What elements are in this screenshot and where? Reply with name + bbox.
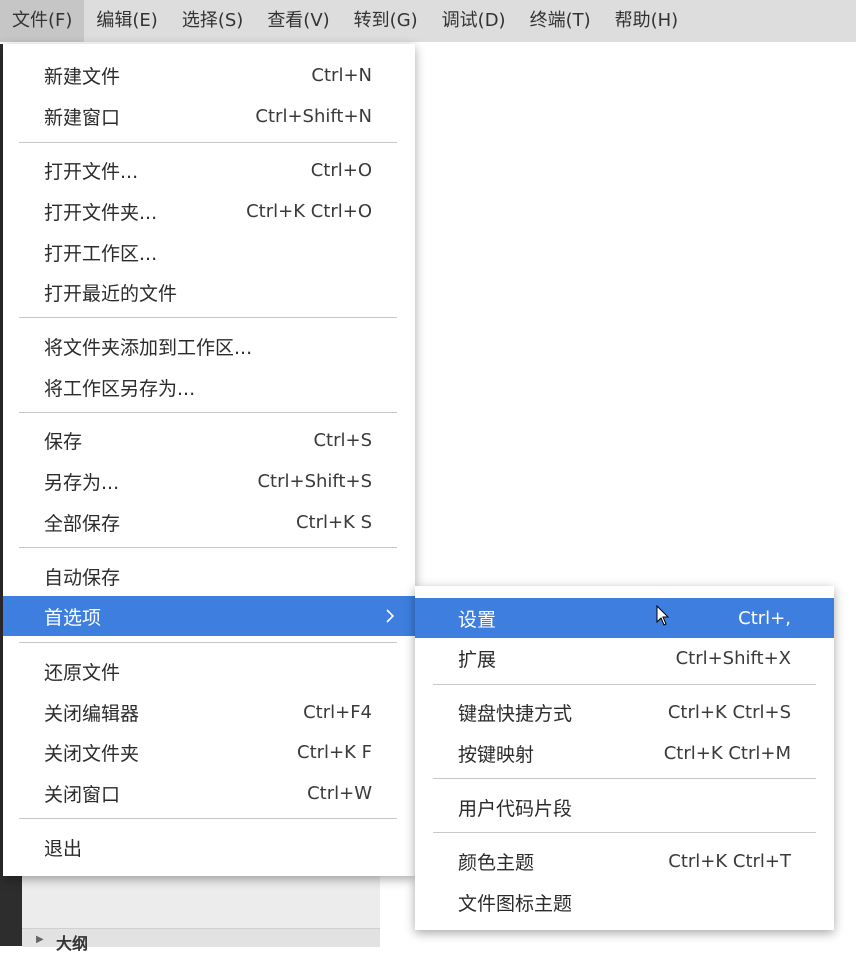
menu-item-shortcut: Ctrl+K S [295, 511, 372, 533]
chevron-right-icon[interactable]: ▶ [36, 934, 44, 945]
menu-edit[interactable]: 编辑(E) [84, 0, 169, 42]
menu-selection[interactable]: 选择(S) [170, 0, 255, 42]
menu-item-label: 将文件夹添加到工作区... [44, 336, 253, 359]
menu-item-exit[interactable]: 退出 [3, 827, 415, 867]
menu-item-shortcut: Ctrl+K Ctrl+T [668, 850, 791, 872]
menu-item-new-file[interactable]: 新建文件 Ctrl+N [3, 55, 415, 95]
menu-item-close-editor[interactable]: 关闭编辑器 Ctrl+F4 [3, 692, 415, 732]
menu-item-shortcut: Ctrl+S [313, 429, 372, 451]
menu-separator [433, 778, 816, 779]
menu-item-shortcut: Ctrl+K Ctrl+S [667, 701, 791, 723]
menu-help[interactable]: 帮助(H) [603, 0, 691, 42]
menu-item-new-window[interactable]: 新建窗口 Ctrl+Shift+N [3, 96, 415, 136]
menu-item-label: 用户代码片段 [458, 797, 573, 820]
mouse-cursor-icon [656, 605, 670, 626]
menu-item-label: 键盘快捷方式 [458, 702, 573, 725]
menu-item-label: 关闭文件夹 [44, 742, 140, 765]
menu-item-shortcut: Ctrl+F4 [303, 701, 372, 723]
menu-item-auto-save[interactable]: 自动保存 [3, 556, 415, 596]
menu-item-label: 打开工作区... [44, 242, 158, 265]
menu-item-shortcut: Ctrl+N [311, 64, 372, 86]
menu-item-close-window[interactable]: 关闭窗口 Ctrl+W [3, 773, 415, 813]
menu-go[interactable]: 转到(G) [342, 0, 430, 42]
menu-item-shortcut: Ctrl+, [738, 607, 791, 629]
menu-separator [19, 547, 397, 548]
menu-item-shortcut: Ctrl+Shift+S [257, 470, 372, 492]
menu-item-label: 扩展 [458, 648, 497, 671]
menu-item-open-workspace[interactable]: 打开工作区... [3, 232, 415, 272]
menu-item-label: 另存为... [44, 471, 120, 494]
menu-item-label: 按键映射 [458, 743, 535, 766]
menu-item-label: 将工作区另存为... [44, 377, 196, 400]
menu-item-close-folder[interactable]: 关闭文件夹 Ctrl+K F [3, 732, 415, 772]
menu-separator [19, 818, 397, 819]
menu-item-shortcut: Ctrl+K F [297, 741, 372, 763]
menu-item-label: 还原文件 [44, 661, 121, 684]
menu-item-user-snippets[interactable]: 用户代码片段 [415, 787, 834, 827]
menu-item-label: 首选项 [44, 606, 102, 629]
menu-item-label: 保存 [44, 430, 83, 453]
menu-item-label: 文件图标主题 [458, 892, 573, 915]
menu-item-label: 打开文件夹... [44, 201, 158, 224]
menu-separator [19, 412, 397, 413]
menu-item-keymaps[interactable]: 按键映射 Ctrl+K Ctrl+M [415, 733, 834, 773]
menu-item-file-icon-theme[interactable]: 文件图标主题 [415, 882, 834, 922]
menu-item-label: 新建文件 [44, 65, 121, 88]
chevron-right-icon [386, 609, 395, 623]
menu-separator [433, 684, 816, 685]
menu-item-label: 全部保存 [44, 512, 121, 535]
menu-item-shortcut: Ctrl+K Ctrl+M [663, 742, 791, 764]
menu-separator [433, 832, 816, 833]
menu-item-keyboard-shortcuts[interactable]: 键盘快捷方式 Ctrl+K Ctrl+S [415, 692, 834, 732]
menu-item-label: 打开最近的文件 [44, 282, 178, 305]
menu-item-save-as[interactable]: 另存为... Ctrl+Shift+S [3, 461, 415, 501]
menu-terminal[interactable]: 终端(T) [518, 0, 603, 42]
menu-item-label: 设置 [458, 608, 497, 631]
menu-item-shortcut: Ctrl+Shift+X [675, 647, 791, 669]
outline-label: 大纲 [56, 934, 89, 953]
menu-separator [19, 642, 397, 643]
menu-item-extensions[interactable]: 扩展 Ctrl+Shift+X [415, 638, 834, 678]
menu-item-add-folder-to-workspace[interactable]: 将文件夹添加到工作区... [3, 326, 415, 366]
menu-item-label: 打开文件... [44, 160, 139, 183]
menu-item-shortcut: Ctrl+O [310, 159, 372, 181]
menu-item-open-file[interactable]: 打开文件... Ctrl+O [3, 150, 415, 190]
menu-item-label: 关闭窗口 [44, 783, 121, 806]
menu-item-label: 颜色主题 [458, 851, 535, 874]
menu-item-save-all[interactable]: 全部保存 Ctrl+K S [3, 502, 415, 542]
menu-view[interactable]: 查看(V) [255, 0, 341, 42]
menu-item-revert-file[interactable]: 还原文件 [3, 651, 415, 691]
menu-separator [19, 142, 397, 143]
menu-file[interactable]: 文件(F) [0, 0, 85, 42]
menu-item-label: 自动保存 [44, 566, 121, 589]
file-menu: 新建文件 Ctrl+N 新建窗口 Ctrl+Shift+N 打开文件... Ct… [3, 44, 415, 876]
menu-separator [19, 317, 397, 318]
menu-item-label: 退出 [44, 837, 83, 860]
menu-item-label: 关闭编辑器 [44, 702, 140, 725]
menu-item-shortcut: Ctrl+Shift+N [255, 105, 372, 127]
menu-item-label: 新建窗口 [44, 106, 121, 129]
menu-item-save-workspace-as[interactable]: 将工作区另存为... [3, 367, 415, 407]
menu-item-settings[interactable]: 设置 Ctrl+, [415, 598, 834, 638]
preferences-submenu: 设置 Ctrl+, 扩展 Ctrl+Shift+X 键盘快捷方式 Ctrl+K … [415, 586, 834, 930]
menu-item-color-theme[interactable]: 颜色主题 Ctrl+K Ctrl+T [415, 841, 834, 881]
menu-item-shortcut: Ctrl+K Ctrl+O [246, 200, 372, 222]
menu-item-open-folder[interactable]: 打开文件夹... Ctrl+K Ctrl+O [3, 191, 415, 231]
menu-item-preferences[interactable]: 首选项 [3, 596, 415, 636]
menubar: 文件(F) 编辑(E) 选择(S) 查看(V) 转到(G) 调试(D) 终端(T… [0, 0, 856, 42]
menu-item-shortcut: Ctrl+W [307, 782, 372, 804]
menu-item-open-recent[interactable]: 打开最近的文件 [3, 272, 415, 312]
menu-item-save[interactable]: 保存 Ctrl+S [3, 420, 415, 460]
menu-debug[interactable]: 调试(D) [430, 0, 518, 42]
